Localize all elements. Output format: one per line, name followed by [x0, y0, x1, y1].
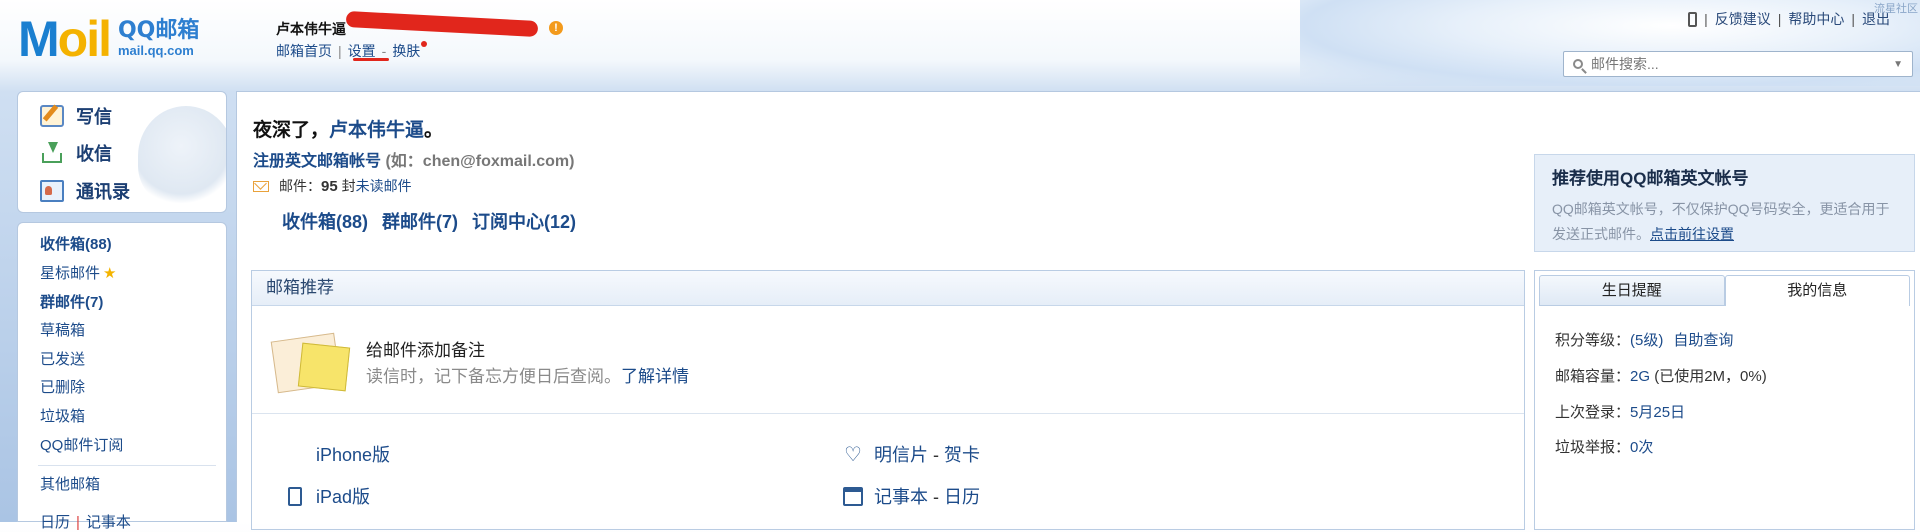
receive-button[interactable]: 收信 [40, 140, 112, 166]
right-separator: | [1777, 11, 1782, 27]
notes-link[interactable]: 记事本 [86, 514, 131, 531]
spam-report-value: 0次 [1630, 439, 1654, 456]
nav-change-skin[interactable]: 换肤 [392, 41, 428, 61]
calendar-link[interactable]: 日历 [40, 514, 70, 531]
top-nav: 邮箱首页 | 设置 - 换肤 [276, 41, 428, 61]
compose-button[interactable]: 写信 [40, 103, 112, 129]
iphone-app-link[interactable]: iPhone版 [284, 441, 390, 467]
promo-settings-link[interactable]: 点击前往设置 [1650, 226, 1734, 242]
receive-label: 收信 [76, 144, 112, 164]
recommendations-title: 邮箱推荐 [252, 271, 1524, 306]
folder-divider [38, 465, 216, 466]
redaction-mark [345, 10, 539, 38]
tab-birthday-reminder[interactable]: 生日提醒 [1539, 275, 1725, 305]
register-hint: (如：chen@foxmail.com) [385, 153, 575, 170]
nav-separator: | [338, 43, 342, 59]
learn-more-link[interactable]: 了解详情 [621, 367, 689, 386]
receive-icon [40, 142, 64, 164]
register-link[interactable]: 注册英文邮箱帐号 [253, 153, 381, 170]
register-english-account: 注册英文邮箱帐号 (如：chen@foxmail.com) [253, 147, 574, 171]
quick-group-link[interactable]: 群邮件(7) [382, 208, 458, 234]
folder-list: 收件箱(88) 星标邮件 ★ 群邮件(7) 草稿箱 已发送 已删除 垃圾箱 QQ邮… [17, 222, 227, 531]
qq-mail-logo[interactable]: Moil QQ邮箱 mail.qq.com [18, 14, 199, 64]
note-feature-desc: 读信时，记下备忘方便日后查阅。了解详情 [366, 367, 689, 386]
promo-title: 推荐使用QQ邮箱英文帐号 [1552, 169, 1749, 188]
star-icon: ★ [103, 265, 117, 282]
promo-text: QQ邮箱英文帐号，不仅保护QQ号码安全，更适合用于发送正式邮件。点击前往设置 [1552, 201, 1890, 242]
settings-underline-mark [353, 58, 389, 61]
folder-group[interactable]: 群邮件(7) [40, 291, 103, 312]
folder-subscriptions[interactable]: QQ邮件订阅 [40, 434, 123, 455]
ipad-app-link[interactable]: iPad版 [284, 483, 370, 509]
top-right-links: | 反馈建议 | 帮助中心 | 退出 [1688, 9, 1890, 29]
feedback-link[interactable]: 反馈建议 [1715, 9, 1771, 29]
compose-icon [40, 105, 64, 127]
greeting: 夜深了，卢本伟牛逼。 [253, 120, 444, 141]
postcard-card-link[interactable]: ♡ 明信片 - 贺卡 [842, 441, 980, 467]
mail-count-line: 邮件：95 封未读邮件 [253, 176, 412, 196]
mobile-phone-icon[interactable] [1688, 11, 1698, 27]
last-login-row: 上次登录：5月25日 [1555, 404, 1686, 421]
search-input[interactable] [1589, 55, 1894, 73]
calendar-icon [843, 486, 863, 506]
contacts-button[interactable]: 通讯录 [40, 178, 130, 204]
penguin-watermark [138, 106, 226, 206]
points-level-row: 积分等级：(5级) 自助查询 [1555, 332, 1734, 349]
nav-mail-home[interactable]: 邮箱首页 [276, 41, 332, 61]
heart-icon: ♡ [844, 443, 862, 466]
folder-sent[interactable]: 已发送 [40, 348, 85, 369]
help-center-link[interactable]: 帮助中心 [1788, 9, 1844, 29]
quick-links: 收件箱(88) 群邮件(7) 订阅中心(12) [282, 208, 576, 234]
capacity-value: 2G [1630, 368, 1651, 385]
corner-tag: 流星社区 [1874, 3, 1918, 15]
logo-url: mail.qq.com [117, 43, 194, 58]
capacity-row: 邮箱容量：2G (已使用2M，0%) [1555, 368, 1767, 385]
tablet-icon [288, 486, 302, 506]
mail-search-box[interactable]: ▼ [1563, 51, 1913, 77]
header: Moil QQ邮箱 mail.qq.com 卢本伟牛逼 ! 邮箱首页 | 设置 … [0, 0, 1920, 88]
envelope-icon [253, 180, 269, 192]
tab-my-info[interactable]: 我的信息 [1724, 275, 1910, 306]
search-icon [1573, 59, 1583, 69]
contacts-label: 通讯录 [76, 182, 130, 202]
logo-mark: Moil [18, 11, 112, 67]
mailbox-recommendations: 邮箱推荐 给邮件添加备注 读信时，记下备忘方便日后查阅。了解详情 iPhone版… [251, 270, 1525, 530]
chevron-down-icon[interactable]: ▼ [1893, 59, 1903, 70]
right-separator: | [1704, 11, 1708, 27]
sticky-note-icon [270, 329, 351, 394]
new-dot-icon [421, 41, 428, 47]
info-tabs: 生日提醒 我的信息 [1539, 275, 1910, 306]
self-query-link[interactable]: 自助查询 [1673, 332, 1733, 349]
logo-text: QQ邮箱 mail.qq.com [118, 19, 199, 59]
username: 卢本伟牛逼 [276, 21, 346, 37]
main-panel: 夜深了，卢本伟牛逼。 注册英文邮箱帐号 (如：chen@foxmail.com)… [236, 91, 1920, 530]
info-box: 生日提醒 我的信息 积分等级：(5级) 自助查询 邮箱容量：2G (已使用2M，0… [1534, 270, 1915, 530]
folder-other-mailboxes[interactable]: 其他邮箱 [40, 473, 100, 494]
quick-inbox-link[interactable]: 收件箱(88) [282, 208, 368, 234]
link-separator: | [76, 514, 80, 531]
folder-starred[interactable]: 星标邮件 ★ [40, 262, 116, 283]
main-actions-panel: 写信 收信 通讯录 [17, 91, 227, 213]
contacts-icon [40, 180, 64, 202]
logo-title: QQ邮箱 [117, 18, 200, 43]
right-separator: | [1851, 11, 1855, 27]
points-level: (5级) [1630, 332, 1664, 349]
mail-note-feature: 给邮件添加备注 读信时，记下备忘方便日后查阅。了解详情 [252, 306, 1524, 414]
last-login-value: 5月25日 [1630, 404, 1686, 421]
unread-mail-link[interactable]: 未读邮件 [356, 178, 412, 194]
note-feature-title: 给邮件添加备注 [366, 341, 485, 360]
english-account-promo: 推荐使用QQ邮箱英文帐号 QQ邮箱英文帐号，不仅保护QQ号码安全，更适合用于发送… [1534, 154, 1915, 252]
spam-report-row: 垃圾举报：0次 [1555, 439, 1654, 456]
notebook-calendar-link[interactable]: 记事本 - 日历 [842, 483, 980, 509]
folder-deleted[interactable]: 已删除 [40, 376, 85, 397]
folder-spam[interactable]: 垃圾箱 [40, 405, 85, 426]
warning-icon[interactable]: ! [549, 21, 563, 35]
folder-inbox[interactable]: 收件箱(88) [40, 233, 112, 254]
folder-drafts[interactable]: 草稿箱 [40, 319, 85, 340]
quick-subscribe-link[interactable]: 订阅中心(12) [472, 208, 576, 234]
mail-count: 95 [321, 178, 338, 195]
compose-label: 写信 [76, 107, 112, 127]
nav-dash: - [381, 43, 387, 59]
